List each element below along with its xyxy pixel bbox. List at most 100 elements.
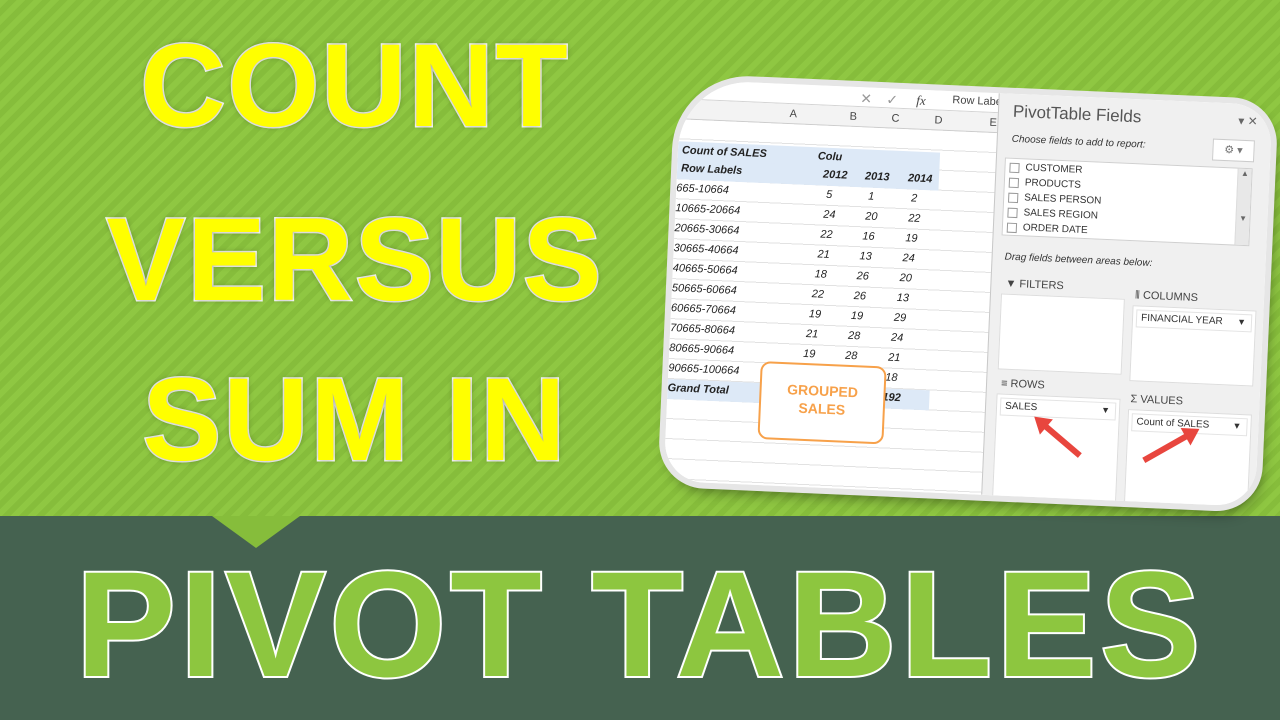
excel-screenshot: ✕ ✓ fx Row Labels A B C D E Count of SAL… xyxy=(663,79,1273,507)
row-label[interactable]: 50665-60664 xyxy=(672,282,737,297)
filter-icon: ▼ xyxy=(1005,277,1020,291)
x-icon: ✕ xyxy=(860,90,873,107)
field-item[interactable]: CUSTOMER xyxy=(1009,162,1083,176)
col-b[interactable]: B xyxy=(849,111,857,123)
checkbox[interactable] xyxy=(1009,162,1020,173)
pivot-value[interactable]: 22 xyxy=(820,229,833,242)
pivot-value[interactable]: 28 xyxy=(848,330,861,343)
field-list: ▲ ▼ CUSTOMER PRODUCTS SALES PERSON SALES REG… xyxy=(1001,157,1253,247)
year-header[interactable]: 2014 xyxy=(908,172,933,185)
field-item[interactable]: PRODUCTS xyxy=(1008,177,1082,191)
field-item[interactable]: SALES REGION xyxy=(1007,207,1098,222)
pivot-value[interactable]: 19 xyxy=(851,310,864,323)
checkbox[interactable] xyxy=(1007,207,1018,218)
field-label: CUSTOMER xyxy=(1025,162,1083,176)
pivot-value[interactable]: 26 xyxy=(856,270,869,283)
chip-label: SALES xyxy=(1004,400,1038,414)
drag-fields-label: Drag fields between areas below: xyxy=(1004,251,1153,270)
pivot-value[interactable]: 18 xyxy=(885,371,898,384)
field-item[interactable]: ORDER DATE xyxy=(1006,222,1088,237)
rows-area-label: ≡ ROWS xyxy=(1001,378,1045,392)
row-label[interactable]: 70665-80664 xyxy=(670,322,735,337)
pivot-value[interactable]: 18 xyxy=(814,268,827,281)
panel-close-icon[interactable]: ▾ ✕ xyxy=(1238,114,1258,129)
pivot-value[interactable]: 21 xyxy=(888,352,901,365)
col-d[interactable]: D xyxy=(934,114,942,126)
pivot-value[interactable]: 21 xyxy=(817,248,830,261)
rows-label: ROWS xyxy=(1010,377,1046,392)
column-labels-header[interactable]: Colu xyxy=(818,150,843,163)
pivot-value[interactable]: 1 xyxy=(868,191,875,203)
row-labels-header[interactable]: Row Labels xyxy=(681,162,743,177)
checkbox[interactable] xyxy=(1008,177,1020,188)
value-header[interactable]: Count of SALES xyxy=(682,144,767,160)
chevron-down-icon[interactable]: ▼ xyxy=(1237,317,1246,327)
fx-icon: fx xyxy=(916,92,927,108)
year-header[interactable]: 2012 xyxy=(823,169,848,182)
check-icon: ✓ xyxy=(886,91,899,108)
choose-fields-label: Choose fields to add to report: xyxy=(1011,133,1146,151)
col-c[interactable]: C xyxy=(891,113,899,125)
headline-line-1: COUNT xyxy=(139,19,570,154)
year-header[interactable]: 2013 xyxy=(865,170,890,183)
checkbox[interactable] xyxy=(1006,222,1018,233)
field-label: PRODUCTS xyxy=(1024,177,1082,191)
pivot-value[interactable]: 21 xyxy=(806,328,819,341)
pivottable-fields-panel: PivotTable Fields ▾ ✕ Choose fields to a… xyxy=(981,93,1273,507)
filters-area-label: ▼ FILTERS xyxy=(1005,278,1064,293)
pivot-value[interactable]: 24 xyxy=(891,332,904,345)
grouped-sales-callout: GROUPED SALES xyxy=(757,361,887,445)
chip-label: FINANCIAL YEAR xyxy=(1140,312,1223,328)
pivot-value[interactable]: 2 xyxy=(911,192,918,204)
row-label[interactable]: 40665-50664 xyxy=(673,262,738,277)
values-label: VALUES xyxy=(1140,393,1184,408)
pivot-value[interactable]: 13 xyxy=(859,250,872,263)
col-e[interactable]: E xyxy=(989,117,997,129)
row-label[interactable]: 30665-40664 xyxy=(673,242,738,257)
grand-total-label[interactable]: Grand Total xyxy=(667,382,729,397)
pivot-value[interactable]: 26 xyxy=(853,290,866,303)
chevron-down-icon[interactable]: ▼ xyxy=(1101,405,1110,415)
columns-area[interactable]: FINANCIAL YEAR ▼ xyxy=(1129,305,1257,387)
pivot-value[interactable]: 19 xyxy=(809,308,822,321)
bottom-title: PIVOT TABLES xyxy=(74,538,1205,710)
panel-title: PivotTable Fields xyxy=(1012,101,1142,127)
columns-field-chip[interactable]: FINANCIAL YEAR ▼ xyxy=(1135,309,1253,333)
row-label[interactable]: 665-10664 xyxy=(676,182,729,196)
row-label[interactable]: 90665-100664 xyxy=(668,362,739,377)
pivot-value[interactable]: 22 xyxy=(812,288,825,301)
row-label[interactable]: 80665-90664 xyxy=(669,342,734,357)
pivot-value[interactable]: 20 xyxy=(899,272,912,285)
pivot-value[interactable]: 24 xyxy=(902,252,915,265)
pivot-value[interactable]: 24 xyxy=(823,209,836,222)
pivot-value[interactable]: 5 xyxy=(826,189,833,201)
values-area-label: Σ VALUES xyxy=(1130,393,1183,407)
gear-icon[interactable]: ⚙ ▾ xyxy=(1212,138,1255,163)
field-label: SALES PERSON xyxy=(1023,192,1102,207)
col-a[interactable]: A xyxy=(789,108,797,120)
rows-field-chip[interactable]: SALES ▼ xyxy=(999,397,1117,421)
row-label[interactable]: 20665-30664 xyxy=(674,222,739,237)
pivot-value[interactable]: 13 xyxy=(896,292,909,305)
field-item[interactable]: SALES PERSON xyxy=(1008,192,1102,207)
columns-label: COLUMNS xyxy=(1142,289,1199,305)
pivot-value[interactable]: 16 xyxy=(862,230,875,243)
pivot-value[interactable]: 19 xyxy=(803,348,816,361)
rows-area[interactable]: SALES ▼ xyxy=(991,393,1121,507)
chevron-down-icon[interactable]: ▼ xyxy=(1232,421,1241,431)
field-label: ORDER DATE xyxy=(1022,222,1088,237)
pivot-value[interactable]: 22 xyxy=(908,212,921,225)
filters-label: FILTERS xyxy=(1019,278,1065,293)
scrollbar[interactable]: ▲ ▼ xyxy=(1234,168,1252,246)
sigma-icon: Σ xyxy=(1130,393,1141,406)
columns-area-label: ⦀ COLUMNS xyxy=(1135,289,1198,305)
pivot-value[interactable]: 20 xyxy=(865,210,878,223)
filters-area[interactable] xyxy=(997,293,1125,375)
row-label[interactable]: 10665-20664 xyxy=(675,202,740,217)
pivot-value[interactable]: 19 xyxy=(905,232,918,245)
row-label[interactable]: 60665-70664 xyxy=(671,302,736,317)
pivot-value[interactable]: 28 xyxy=(845,350,858,363)
field-label: SALES REGION xyxy=(1023,207,1099,222)
checkbox[interactable] xyxy=(1008,192,1019,203)
pivot-value[interactable]: 29 xyxy=(894,312,907,325)
